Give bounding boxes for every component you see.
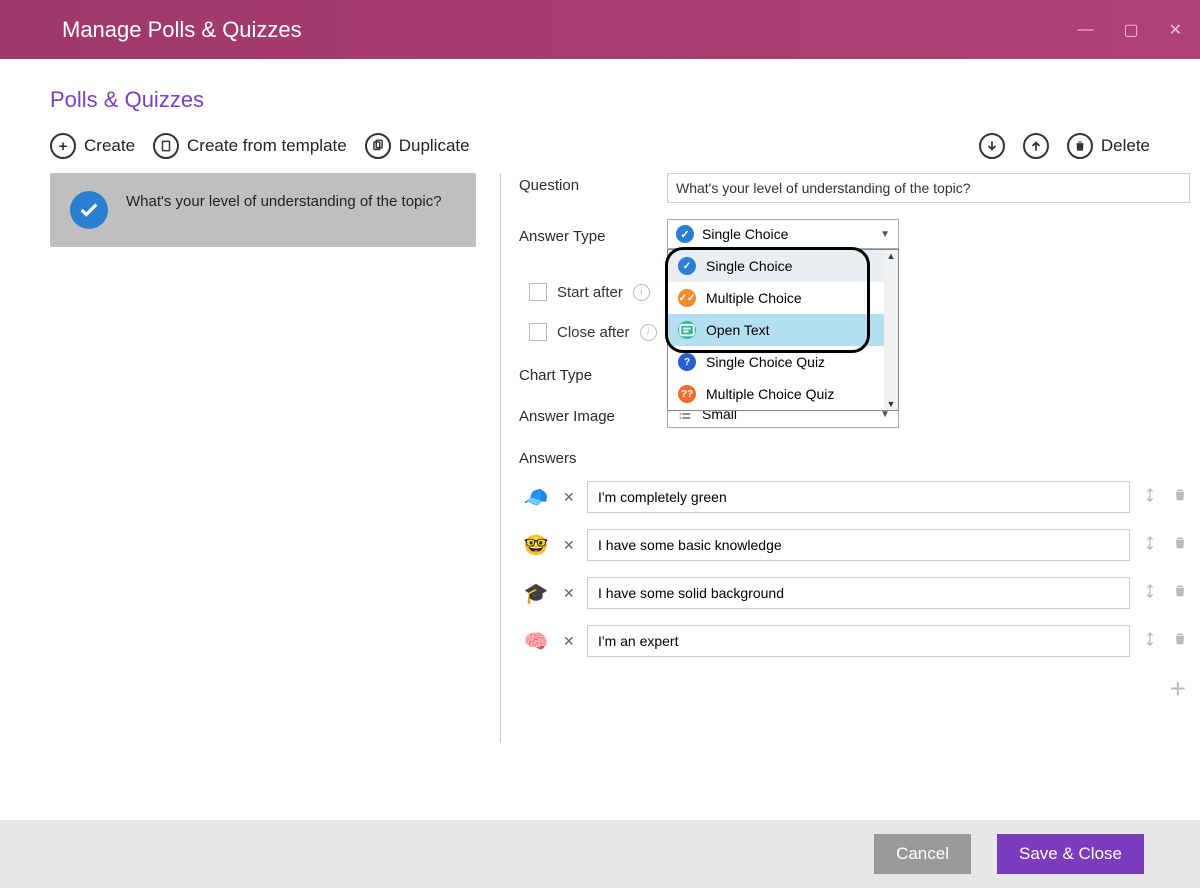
option-label: Multiple Choice Quiz	[706, 386, 834, 402]
option-label: Single Choice Quiz	[706, 354, 825, 370]
answer-emoji[interactable]: 🤓	[519, 533, 553, 558]
open-text-icon	[678, 321, 696, 339]
cancel-button[interactable]: Cancel	[874, 834, 971, 874]
dropdown-option-multiple-quiz[interactable]: ?? Multiple Choice Quiz	[668, 378, 884, 410]
window-controls: — ▢ ✕	[1077, 20, 1182, 40]
add-answer-button[interactable]: +	[519, 673, 1190, 705]
answer-row: 🤓 ✕	[519, 529, 1190, 561]
delete-answer-icon[interactable]	[1170, 534, 1190, 557]
delete-answer-icon[interactable]	[1170, 486, 1190, 509]
remove-emoji-icon[interactable]: ✕	[563, 489, 577, 506]
poll-form: Question Answer Type ✓ Single Choice ▼ ▲…	[511, 173, 1190, 743]
close-after-checkbox[interactable]	[529, 323, 547, 341]
drag-handle-icon[interactable]	[1140, 486, 1160, 509]
dropdown-option-single-quiz[interactable]: ? Single Choice Quiz	[668, 346, 884, 378]
create-label: Create	[84, 136, 135, 156]
poll-question-text: What's your level of understanding of th…	[126, 191, 442, 213]
answer-input[interactable]	[587, 625, 1130, 657]
maximize-icon[interactable]: ▢	[1123, 20, 1138, 40]
create-template-label: Create from template	[187, 136, 347, 156]
move-down-button[interactable]	[979, 133, 1005, 159]
minimize-icon[interactable]: —	[1077, 21, 1093, 39]
question-row: Question	[519, 173, 1190, 203]
footer: Cancel Save & Close	[0, 820, 1200, 888]
template-icon	[153, 133, 179, 159]
answer-emoji[interactable]: 🎓	[519, 581, 553, 606]
answer-type-value: Single Choice	[702, 226, 788, 242]
titlebar: Manage Polls & Quizzes — ▢ ✕	[0, 0, 1200, 59]
drag-handle-icon[interactable]	[1140, 582, 1160, 605]
drag-handle-icon[interactable]	[1140, 534, 1160, 557]
answer-row: 🎓 ✕	[519, 577, 1190, 609]
content: What's your level of understanding of th…	[0, 173, 1200, 743]
option-label: Multiple Choice	[706, 290, 802, 306]
answer-input[interactable]	[587, 481, 1130, 513]
poll-list-item[interactable]: What's your level of understanding of th…	[50, 173, 476, 247]
single-choice-icon: ✓	[676, 225, 694, 243]
scroll-up-icon[interactable]: ▲	[887, 250, 896, 262]
toolbar: + Create Create from template Duplicate …	[0, 121, 1200, 173]
save-close-button[interactable]: Save & Close	[997, 834, 1144, 874]
chevron-down-icon: ▼	[880, 229, 890, 240]
answer-type-label: Answer Type	[519, 224, 667, 245]
page-header: Polls & Quizzes	[0, 59, 1200, 121]
question-label: Question	[519, 173, 667, 194]
answer-type-row: Answer Type ✓ Single Choice ▼ ▲ ▼	[519, 219, 1190, 249]
dropdown-option-multiple-choice[interactable]: ✓✓ Multiple Choice	[668, 282, 884, 314]
trash-icon	[1067, 133, 1093, 159]
answer-row: 🧢 ✕	[519, 481, 1190, 513]
answer-input[interactable]	[587, 529, 1130, 561]
create-from-template-button[interactable]: Create from template	[153, 133, 347, 159]
check-icon	[70, 191, 108, 229]
delete-answer-icon[interactable]	[1170, 630, 1190, 653]
arrow-up-icon	[1023, 133, 1049, 159]
answer-input[interactable]	[587, 577, 1130, 609]
arrow-down-icon	[979, 133, 1005, 159]
plus-icon: +	[50, 133, 76, 159]
info-icon[interactable]: i	[640, 324, 657, 341]
close-icon[interactable]: ✕	[1169, 20, 1182, 40]
option-label: Single Choice	[706, 258, 792, 274]
answer-type-dropdown: ▲ ▼ ✓ Single Choice ✓✓ Multiple Choice	[667, 249, 899, 411]
duplicate-label: Duplicate	[399, 136, 470, 156]
multiple-choice-icon: ✓✓	[678, 289, 696, 307]
question-input[interactable]	[667, 173, 1190, 203]
answers-label: Answers	[519, 450, 1190, 467]
chart-type-label: Chart Type	[519, 363, 667, 384]
delete-answer-icon[interactable]	[1170, 582, 1190, 605]
answer-image-label: Answer Image	[519, 404, 667, 425]
delete-button[interactable]: Delete	[1067, 133, 1150, 159]
poll-list: What's your level of understanding of th…	[50, 173, 490, 743]
answer-emoji[interactable]: 🧠	[519, 629, 553, 654]
scroll-down-icon[interactable]: ▼	[887, 398, 896, 410]
multiple-quiz-icon: ??	[678, 385, 696, 403]
dropdown-option-single-choice[interactable]: ✓ Single Choice	[668, 250, 884, 282]
remove-emoji-icon[interactable]: ✕	[563, 537, 577, 554]
window-title: Manage Polls & Quizzes	[62, 17, 302, 43]
page-title: Polls & Quizzes	[50, 87, 1150, 113]
start-after-label: Start after	[557, 284, 623, 301]
remove-emoji-icon[interactable]: ✕	[563, 633, 577, 650]
duplicate-icon	[365, 133, 391, 159]
create-button[interactable]: + Create	[50, 133, 135, 159]
option-label: Open Text	[706, 322, 770, 338]
answer-type-select[interactable]: ✓ Single Choice ▼	[667, 219, 899, 249]
info-icon[interactable]: i	[633, 284, 650, 301]
close-after-label: Close after	[557, 324, 630, 341]
answer-emoji[interactable]: 🧢	[519, 485, 553, 510]
answer-row: 🧠 ✕	[519, 625, 1190, 657]
move-up-button[interactable]	[1023, 133, 1049, 159]
single-quiz-icon: ?	[678, 353, 696, 371]
dropdown-option-open-text[interactable]: Open Text	[668, 314, 884, 346]
remove-emoji-icon[interactable]: ✕	[563, 585, 577, 602]
duplicate-button[interactable]: Duplicate	[365, 133, 470, 159]
single-choice-icon: ✓	[678, 257, 696, 275]
divider	[500, 173, 501, 743]
delete-label: Delete	[1101, 136, 1150, 156]
start-after-checkbox[interactable]	[529, 283, 547, 301]
drag-handle-icon[interactable]	[1140, 630, 1160, 653]
dropdown-scrollbar[interactable]: ▲ ▼	[884, 250, 898, 410]
